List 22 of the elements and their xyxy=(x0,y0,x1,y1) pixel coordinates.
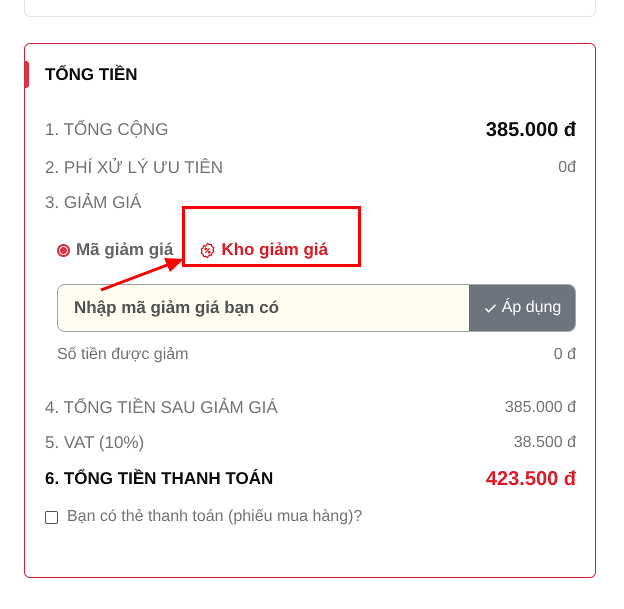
radio-button[interactable] xyxy=(57,244,70,256)
summary-label: 4. TỔNG TIỀN SAU GIẢM GIÁ xyxy=(45,398,278,418)
discount-badge-icon xyxy=(199,242,216,258)
summary-label: 2. PHÍ XỬ LÝ ƯU TIÊN xyxy=(45,158,223,178)
summary-value: 423.500 đ xyxy=(486,468,576,490)
summary-value: 38.500 đ xyxy=(514,434,576,452)
discount-amount-label: Số tiền được giảm xyxy=(57,346,188,364)
checkbox[interactable] xyxy=(45,510,58,524)
summary-value: 385.000 đ xyxy=(504,398,576,416)
discount-amount-value: 0 đ xyxy=(554,346,576,364)
summary-label: 6. TỔNG TIỀN THANH TOÁN xyxy=(45,469,274,489)
summary-label: 5. VAT (10%) xyxy=(45,432,144,452)
summary-value: 385.000 đ xyxy=(486,118,576,142)
card-title: TỔNG TIỀN xyxy=(45,64,139,86)
summary-label: 3. GIẢM GIÁ xyxy=(45,192,142,212)
summary-value: 0đ xyxy=(558,158,576,176)
checkbox-label: Bạn có thẻ thanh toán (phiếu mua hàng)? xyxy=(67,508,362,526)
voucher-store-link[interactable]: Kho giảm giá xyxy=(199,240,328,260)
summary-label: 1. TỔNG CỘNG xyxy=(45,120,168,140)
radio-label: Mã giảm giá xyxy=(76,240,174,260)
discount-code-field[interactable]: Nhập mã giảm giá bạn có Áp dụng xyxy=(57,284,576,332)
apply-button[interactable]: Áp dụng xyxy=(469,285,575,331)
